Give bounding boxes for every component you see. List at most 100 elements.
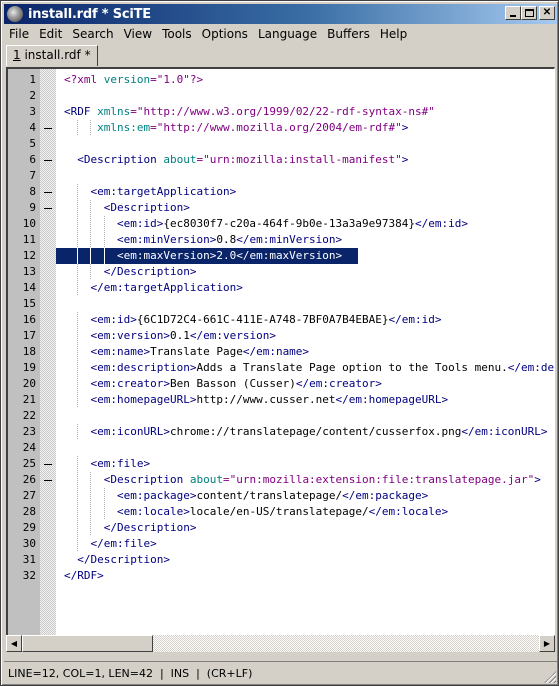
line-number: 14 bbox=[22, 281, 36, 294]
code-line[interactable]: 7 bbox=[8, 168, 554, 184]
code-line[interactable]: 2 bbox=[8, 88, 554, 104]
code-line[interactable]: 28 <em:locale>locale/en-US/translatepage… bbox=[8, 504, 554, 520]
menu-search[interactable]: Search bbox=[67, 27, 118, 41]
line-text: <RDF xmlns="http://www.w3.org/1999/02/22… bbox=[64, 104, 435, 120]
scroll-left-button[interactable]: ◀ bbox=[6, 635, 22, 652]
code-line[interactable]: 1 <?xml version="1.0"?> bbox=[8, 72, 554, 88]
scroll-right-button[interactable]: ▶ bbox=[539, 635, 555, 652]
maximize-button[interactable] bbox=[521, 6, 537, 20]
code-line[interactable]: 31 </Description> bbox=[8, 552, 554, 568]
token-tag: </em:id> bbox=[388, 313, 442, 326]
token-tag: </em:targetApplication> bbox=[90, 281, 243, 294]
scrollbar-thumb[interactable] bbox=[22, 635, 153, 652]
close-button[interactable]: ✕ bbox=[539, 6, 555, 20]
code-line[interactable]: 6 <Description about="urn:mozilla:instal… bbox=[8, 152, 554, 168]
line-number: 22 bbox=[22, 409, 36, 422]
line-number: 29 bbox=[22, 521, 36, 534]
code-line[interactable]: 18 <em:name>Translate Page</em:name> bbox=[8, 344, 554, 360]
token-tag: </Description> bbox=[103, 265, 197, 278]
line-number: 13 bbox=[22, 265, 36, 278]
token-tag: </em:creator> bbox=[295, 377, 382, 390]
code-line[interactable]: 11 <em:minVersion>0.8</em:minVersion> bbox=[8, 232, 554, 248]
token-plain: chrome://translatepage/content/cusserfox… bbox=[169, 425, 462, 438]
line-number: 28 bbox=[22, 505, 36, 518]
code-editor[interactable]: 1 <?xml version="1.0"?> 2 3 <RDF xmlns="http… bbox=[6, 67, 555, 636]
code-line[interactable]: 32 </RDF> bbox=[8, 568, 554, 584]
line-text: </Description> bbox=[64, 552, 170, 568]
code-line[interactable]: 8 <em:targetApplication> bbox=[8, 184, 554, 200]
fold-marker-icon[interactable] bbox=[44, 464, 52, 465]
code-line[interactable]: 13 </Description> bbox=[8, 264, 554, 280]
code-line[interactable]: 14 </em:targetApplication> bbox=[8, 280, 554, 296]
menu-view[interactable]: View bbox=[119, 27, 157, 41]
code-line[interactable]: 12 <em:maxVersion>2.0</em:maxVersion> bbox=[8, 248, 554, 264]
fold-marker-icon[interactable] bbox=[44, 208, 52, 209]
code-line[interactable]: 27 <em:package>content/translatepage/</e… bbox=[8, 488, 554, 504]
fold-marker-icon[interactable] bbox=[44, 480, 52, 481]
token-str: ="urn:mozilla:install-manifest" bbox=[196, 153, 402, 166]
menu-edit[interactable]: Edit bbox=[34, 27, 67, 41]
code-line[interactable]: 20 <em:creator>Ben Basson (Cusser)</em:c… bbox=[8, 376, 554, 392]
code-line[interactable]: 5 bbox=[8, 136, 554, 152]
line-text: <em:id>{6C1D72C4-661C-411E-A748-7BF0A7B4… bbox=[64, 312, 442, 328]
line-text: <em:locale>locale/en-US/translatepage/</… bbox=[64, 504, 448, 520]
menu-file[interactable]: File bbox=[4, 27, 34, 41]
fold-marker-icon[interactable] bbox=[44, 128, 52, 129]
code-line[interactable]: 24 bbox=[8, 440, 554, 456]
line-text: <em:package>content/translatepage/</em:p… bbox=[64, 488, 428, 504]
title-bar[interactable]: install.rdf * SciTE ✕ bbox=[4, 4, 557, 24]
token-plain: {ec8030f7-c20a-464f-9b0e-13a3a9e97384} bbox=[163, 217, 416, 230]
code-line[interactable]: 21 <em:homepageURL>http://www.cusser.net… bbox=[8, 392, 554, 408]
token-tag: </em:iconURL> bbox=[461, 425, 548, 438]
fold-marker-icon[interactable] bbox=[44, 160, 52, 161]
code-line[interactable]: 3 <RDF xmlns="http://www.w3.org/1999/02/2… bbox=[8, 104, 554, 120]
code-line[interactable]: 30 </em:file> bbox=[8, 536, 554, 552]
token-tag: <Description bbox=[103, 473, 190, 486]
tab-install-rdf[interactable]: 1 install.rdf * bbox=[6, 45, 98, 66]
line-text: <em:maxVersion>2.0</em:maxVersion> bbox=[64, 248, 342, 264]
code-line[interactable]: 9 <Description> bbox=[8, 200, 554, 216]
menu-tools[interactable]: Tools bbox=[157, 27, 197, 41]
arrow-left-icon: ◀ bbox=[10, 639, 18, 648]
menu-language[interactable]: Language bbox=[253, 27, 322, 41]
code-line[interactable]: 22 bbox=[8, 408, 554, 424]
code-line[interactable]: 15 bbox=[8, 296, 554, 312]
token-pi: <?xml bbox=[64, 73, 104, 86]
code-line[interactable]: 16 <em:id>{6C1D72C4-661C-411E-A748-7BF0A… bbox=[8, 312, 554, 328]
scite-app-icon[interactable] bbox=[7, 6, 23, 22]
token-tag: <em:minVersion> bbox=[116, 233, 217, 246]
line-number: 4 bbox=[29, 121, 36, 134]
token-plain: content/translatepage/ bbox=[196, 489, 343, 502]
menu-help[interactable]: Help bbox=[375, 27, 412, 41]
code-line[interactable]: 25 <em:file> bbox=[8, 456, 554, 472]
token-tag: <RDF bbox=[64, 105, 98, 118]
token-tag: <em:file> bbox=[90, 457, 151, 470]
menu-buffers[interactable]: Buffers bbox=[322, 27, 375, 41]
line-text: </Description> bbox=[64, 520, 197, 536]
code-line[interactable]: 23 <em:iconURL>chrome://translatepage/co… bbox=[8, 424, 554, 440]
code-line[interactable]: 4 xmlns:em="http://www.mozilla.org/2004/… bbox=[8, 120, 554, 136]
line-number: 32 bbox=[22, 569, 36, 582]
code-line[interactable]: 19 <em:description>Adds a Translate Page… bbox=[8, 360, 554, 376]
fold-marker-icon[interactable] bbox=[44, 192, 52, 193]
code-line[interactable]: 17 <em:version>0.1</em:version> bbox=[8, 328, 554, 344]
line-text: <em:homepageURL>http://www.cusser.net</e… bbox=[64, 392, 449, 408]
token-tag: <em:id> bbox=[90, 313, 137, 326]
code-line[interactable]: 26 <Description about="urn:mozilla:exten… bbox=[8, 472, 554, 488]
line-text: <Description> bbox=[64, 200, 190, 216]
line-text: <em:creator>Ben Basson (Cusser)</em:crea… bbox=[64, 376, 382, 392]
minimize-button[interactable] bbox=[505, 6, 521, 20]
resize-grip-icon[interactable] bbox=[544, 671, 556, 683]
menu-options[interactable]: Options bbox=[197, 27, 253, 41]
code-line[interactable]: 10 <em:id>{ec8030f7-c20a-464f-9b0e-13a3a… bbox=[8, 216, 554, 232]
window-title: install.rdf * SciTE bbox=[28, 6, 151, 22]
code-line[interactable]: 29 </Description> bbox=[8, 520, 554, 536]
horizontal-scrollbar[interactable]: ◀ ▶ bbox=[6, 635, 555, 652]
